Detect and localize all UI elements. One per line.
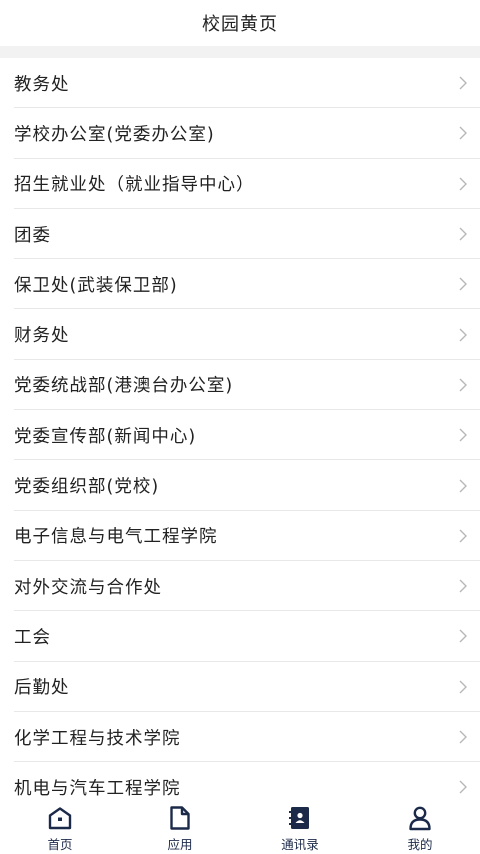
list-item-label: 教务处 (14, 74, 70, 95)
tab-home[interactable]: 首页 (0, 800, 120, 854)
chevron-right-icon (459, 730, 467, 744)
list-item[interactable]: 党委统战部(港澳台办公室) (0, 360, 480, 411)
chevron-right-icon (459, 277, 467, 291)
tab-me[interactable]: 我的 (360, 800, 480, 854)
list-item[interactable]: 机电与汽车工程学院 (0, 762, 480, 800)
list-item-label: 后勤处 (14, 678, 70, 699)
list-item[interactable]: 学校办公室(党委办公室) (0, 108, 480, 159)
chevron-right-icon (459, 76, 467, 90)
header-bar: 校园黄页 (0, 0, 480, 46)
list-item-label: 党委统战部(港澳台办公室) (14, 376, 234, 397)
list-item-label: 招生就业处（就业指导中心） (14, 175, 255, 196)
list-item[interactable]: 招生就业处（就业指导中心） (0, 159, 480, 210)
list-item[interactable]: 工会 (0, 611, 480, 662)
user-icon (409, 806, 431, 831)
contacts-book-icon (289, 807, 309, 829)
chevron-right-icon (459, 428, 467, 442)
list-item[interactable]: 党委宣传部(新闻中心) (0, 410, 480, 461)
chevron-right-icon (459, 328, 467, 342)
chevron-right-icon (459, 529, 467, 543)
list-item-label: 党委组织部(党校) (14, 477, 160, 498)
page-title: 校园黄页 (202, 14, 278, 35)
list-item[interactable]: 党委组织部(党校) (0, 460, 480, 511)
tab-contacts[interactable]: 通讯录 (240, 800, 360, 854)
tab-home-label: 首页 (47, 837, 73, 852)
list-item-label: 财务处 (14, 326, 70, 347)
list-item-label: 电子信息与电气工程学院 (14, 527, 218, 548)
chevron-right-icon (459, 479, 467, 493)
chevron-right-icon (459, 680, 467, 694)
list-item-label: 学校办公室(党委办公室) (14, 124, 215, 145)
list-item-label: 工会 (14, 627, 51, 648)
list-item[interactable]: 后勤处 (0, 662, 480, 713)
tab-me-label: 我的 (407, 837, 433, 852)
department-list: 教务处学校办公室(党委办公室) 招生就业处（就业指导中心） 团委保卫处(武装保卫部)… (0, 58, 480, 800)
bottom-tab-bar: 首页 应用 通讯录 我的 (0, 800, 480, 854)
list-item[interactable]: 团委 (0, 209, 480, 260)
chevron-right-icon (459, 227, 467, 241)
home-icon (48, 807, 72, 830)
list-item[interactable]: 保卫处(武装保卫部) (0, 259, 480, 310)
campus-directory-screen: 校园黄页 教务处学校办公室(党委办公室) 招生就业处（就业指导中心） 团委保卫处(武… (0, 0, 480, 854)
tab-apps[interactable]: 应用 (120, 800, 240, 854)
list-item[interactable]: 财务处 (0, 309, 480, 361)
chevron-right-icon (459, 579, 467, 593)
list-item-label: 对外交流与合作处 (14, 577, 162, 598)
chevron-right-icon (459, 629, 467, 643)
document-icon (170, 806, 190, 830)
chevron-right-icon (459, 177, 467, 191)
chevron-right-icon (459, 378, 467, 392)
list-item-label: 机电与汽车工程学院 (14, 778, 181, 799)
tab-contacts-label: 通讯录 (281, 837, 319, 852)
list-item-label: 团委 (14, 225, 51, 246)
tab-apps-label: 应用 (167, 837, 193, 852)
list-item[interactable]: 化学工程与技术学院 (0, 712, 480, 763)
list-item-label: 化学工程与技术学院 (14, 728, 181, 749)
list-item[interactable]: 对外交流与合作处 (0, 561, 480, 612)
chevron-right-icon (459, 126, 467, 140)
list-item-label: 党委宣传部(新闻中心) (14, 426, 197, 447)
list-item-label: 保卫处(武装保卫部) (14, 275, 178, 296)
list-item[interactable]: 电子信息与电气工程学院 (0, 511, 480, 562)
header-divider-gap (0, 46, 480, 58)
chevron-right-icon (459, 780, 467, 794)
list-item[interactable]: 教务处 (0, 58, 480, 109)
